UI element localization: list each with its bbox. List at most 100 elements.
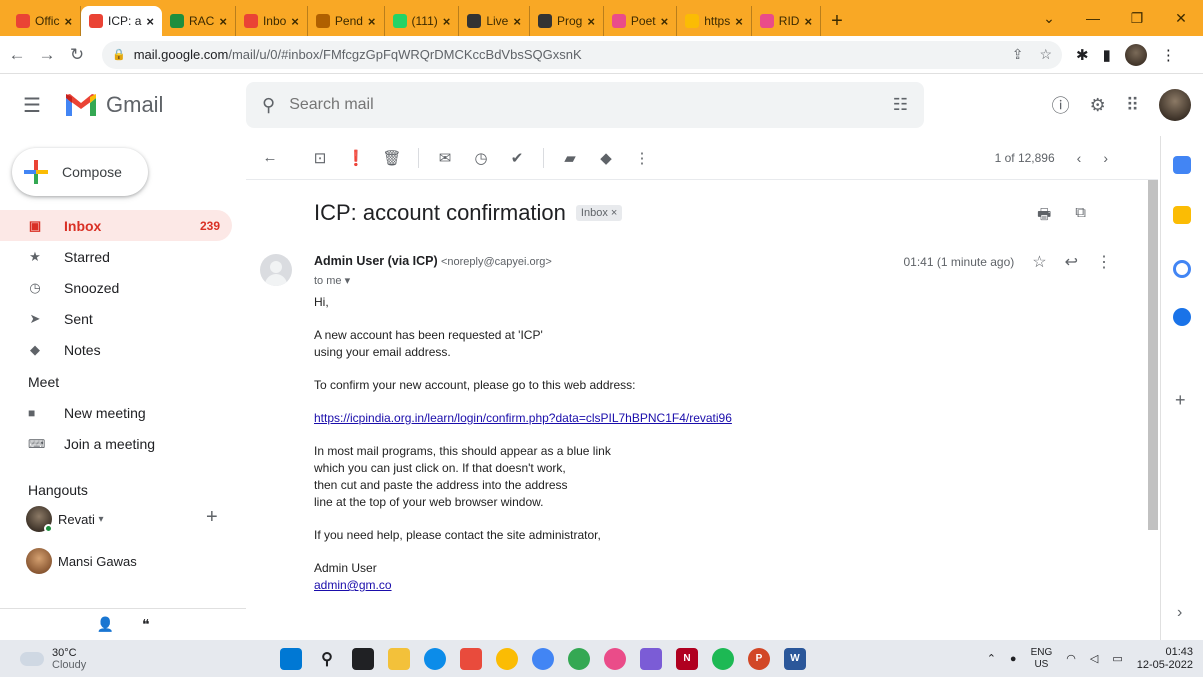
tray-app-icon[interactable]: ● xyxy=(1010,653,1017,665)
system-clock[interactable]: 01:43 12-05-2022 xyxy=(1137,646,1193,672)
chrome-profile-icon[interactable] xyxy=(532,647,554,670)
older-icon[interactable]: ‹ xyxy=(1077,150,1082,166)
apps-grid-icon[interactable]: ⠿ xyxy=(1126,95,1139,116)
weather-widget[interactable]: 30°C Cloudy xyxy=(0,647,280,671)
star-icon[interactable]: ☆ xyxy=(1032,252,1046,272)
keep-icon[interactable] xyxy=(1173,206,1191,224)
chrome-alt2-icon[interactable] xyxy=(604,647,626,670)
hangouts-contact[interactable]: Mansi Gawas xyxy=(26,548,137,574)
minimize-button[interactable]: — xyxy=(1071,10,1115,26)
close-tab-icon[interactable]: × xyxy=(291,14,299,29)
windows-start-icon[interactable] xyxy=(280,647,302,670)
open-new-window-icon[interactable]: ⧉ xyxy=(1075,204,1086,229)
archive-icon[interactable]: ⊡ xyxy=(302,149,338,167)
browser-tab[interactable]: ICP: a × xyxy=(81,6,162,36)
wifi-icon[interactable]: ◠ xyxy=(1066,652,1076,665)
forward-icon[interactable]: → xyxy=(34,45,60,65)
browser-tab[interactable]: RAC × xyxy=(162,6,236,36)
browser-tab[interactable]: Prog × xyxy=(530,6,604,36)
browser-menu-icon[interactable]: ⋮ xyxy=(1161,46,1176,64)
search-icon[interactable]: ⚲ xyxy=(316,648,338,670)
more-options-icon[interactable]: ⋮ xyxy=(624,149,660,167)
close-window-button[interactable]: ✕ xyxy=(1159,10,1203,27)
scrollbar-thumb[interactable] xyxy=(1148,180,1158,530)
confirmation-link[interactable]: https://icpindia.org.in/learn/login/conf… xyxy=(314,411,732,425)
move-to-icon[interactable]: ▰ xyxy=(552,149,588,167)
browser-tab[interactable]: https × xyxy=(677,6,752,36)
newer-icon[interactable]: › xyxy=(1103,150,1108,166)
close-tab-icon[interactable]: × xyxy=(513,14,521,29)
powerpoint-icon[interactable]: P xyxy=(748,647,770,670)
close-tab-icon[interactable]: × xyxy=(443,14,451,29)
new-meeting-item[interactable]: ■ New meeting xyxy=(28,398,146,428)
close-tab-icon[interactable]: × xyxy=(804,14,812,29)
word-icon[interactable]: W xyxy=(784,647,806,670)
contacts-icon[interactable] xyxy=(1173,308,1191,326)
browser-tab[interactable]: (111) × xyxy=(385,6,460,36)
browser-tab[interactable]: Pend × xyxy=(308,6,385,36)
browser-profile-avatar[interactable] xyxy=(1124,43,1147,66)
sidebar-item-inbox[interactable]: ▣ Inbox 239 xyxy=(0,210,232,241)
battery-icon[interactable]: ▭ xyxy=(1112,652,1122,665)
snooze-icon[interactable]: ◷ xyxy=(463,149,499,167)
browser-tab[interactable]: Inbo × xyxy=(236,6,308,36)
close-tab-icon[interactable]: × xyxy=(146,14,154,29)
hangouts-self[interactable]: Revati ▾ xyxy=(26,506,104,533)
close-tab-icon[interactable]: × xyxy=(64,14,72,29)
browser-tab[interactable]: Live × xyxy=(459,6,530,36)
lock-icon[interactable]: 🔒 xyxy=(112,48,126,61)
add-hangout-icon[interactable]: + xyxy=(206,506,218,529)
status-dropdown-icon[interactable]: ▾ xyxy=(98,514,103,525)
settings-gear-icon[interactable]: ⚙ xyxy=(1090,95,1106,116)
chrome-icon[interactable] xyxy=(496,647,518,670)
volume-icon[interactable]: ◁ xyxy=(1090,652,1098,665)
mark-unread-icon[interactable]: ✉ xyxy=(427,149,463,167)
search-options-icon[interactable]: ☷ xyxy=(893,95,908,115)
browser-tab[interactable]: Poet × xyxy=(604,6,678,36)
maximize-button[interactable]: ❐ xyxy=(1115,10,1159,27)
sidebar-item-notes[interactable]: ◆ Notes xyxy=(0,334,232,365)
sidebar-item-snoozed[interactable]: ◷ Snoozed xyxy=(0,272,232,303)
add-to-tasks-icon[interactable]: ✔ xyxy=(499,149,535,167)
contacts-person-icon[interactable]: 👤 xyxy=(97,616,114,633)
show-hidden-icons[interactable]: ⌃ xyxy=(987,652,996,665)
search-icon[interactable]: ⚲ xyxy=(262,95,275,116)
extensions-puzzle-icon[interactable]: ✱ xyxy=(1076,46,1089,64)
calendar-icon[interactable] xyxy=(1173,156,1191,174)
tab-search-icon[interactable]: ⌄ xyxy=(1027,10,1071,27)
file-explorer-icon[interactable] xyxy=(388,647,410,670)
reload-icon[interactable]: ↻ xyxy=(64,45,90,65)
signature-email-link[interactable]: admin@gm.co xyxy=(314,578,392,592)
recipient-details[interactable]: to me ▾ xyxy=(314,274,350,287)
compose-button[interactable]: Compose xyxy=(12,148,148,196)
task-view-icon[interactable] xyxy=(352,647,374,670)
labels-icon[interactable]: ◆ xyxy=(588,149,624,167)
back-icon[interactable]: ← xyxy=(4,45,30,65)
delete-icon[interactable]: 🗑 xyxy=(374,149,410,167)
get-addons-icon[interactable]: + xyxy=(1175,390,1186,411)
account-avatar[interactable] xyxy=(1159,89,1191,121)
close-tab-icon[interactable]: × xyxy=(735,14,743,29)
browser-tab[interactable]: Offic × xyxy=(8,6,82,36)
close-tab-icon[interactable]: × xyxy=(368,14,376,29)
close-tab-icon[interactable]: × xyxy=(587,14,595,29)
report-spam-icon[interactable]: ❗ xyxy=(338,149,374,167)
show-side-panel-icon[interactable]: › xyxy=(1177,604,1182,622)
help-icon[interactable]: ⓘ xyxy=(1052,92,1070,118)
join-meeting-item[interactable]: ⌨ Join a meeting xyxy=(28,429,155,459)
address-bar[interactable]: 🔒 mail.google.com/mail/u/0/#inbox/FMfcgz… xyxy=(102,40,1062,69)
share-icon[interactable]: ⇪ xyxy=(1012,46,1024,63)
sidebar-item-starred[interactable]: ★ Starred xyxy=(0,241,232,272)
close-tab-icon[interactable]: × xyxy=(219,14,227,29)
store-icon[interactable] xyxy=(460,647,482,670)
close-tab-icon[interactable]: × xyxy=(661,14,669,29)
sender-name[interactable]: Admin User (via ICP) xyxy=(314,254,438,268)
tasks-icon[interactable] xyxy=(1173,260,1191,278)
gmail-logo[interactable]: Gmail xyxy=(64,92,246,118)
bookmark-star-icon[interactable]: ☆ xyxy=(1039,46,1052,63)
hangouts-chat-icon[interactable]: ❝ xyxy=(142,616,150,633)
more-vert-icon[interactable]: ⋮ xyxy=(1096,252,1112,272)
netflix-icon[interactable]: N xyxy=(676,647,698,670)
side-panel-icon[interactable]: ▮ xyxy=(1103,46,1111,64)
edge-icon[interactable] xyxy=(424,647,446,670)
